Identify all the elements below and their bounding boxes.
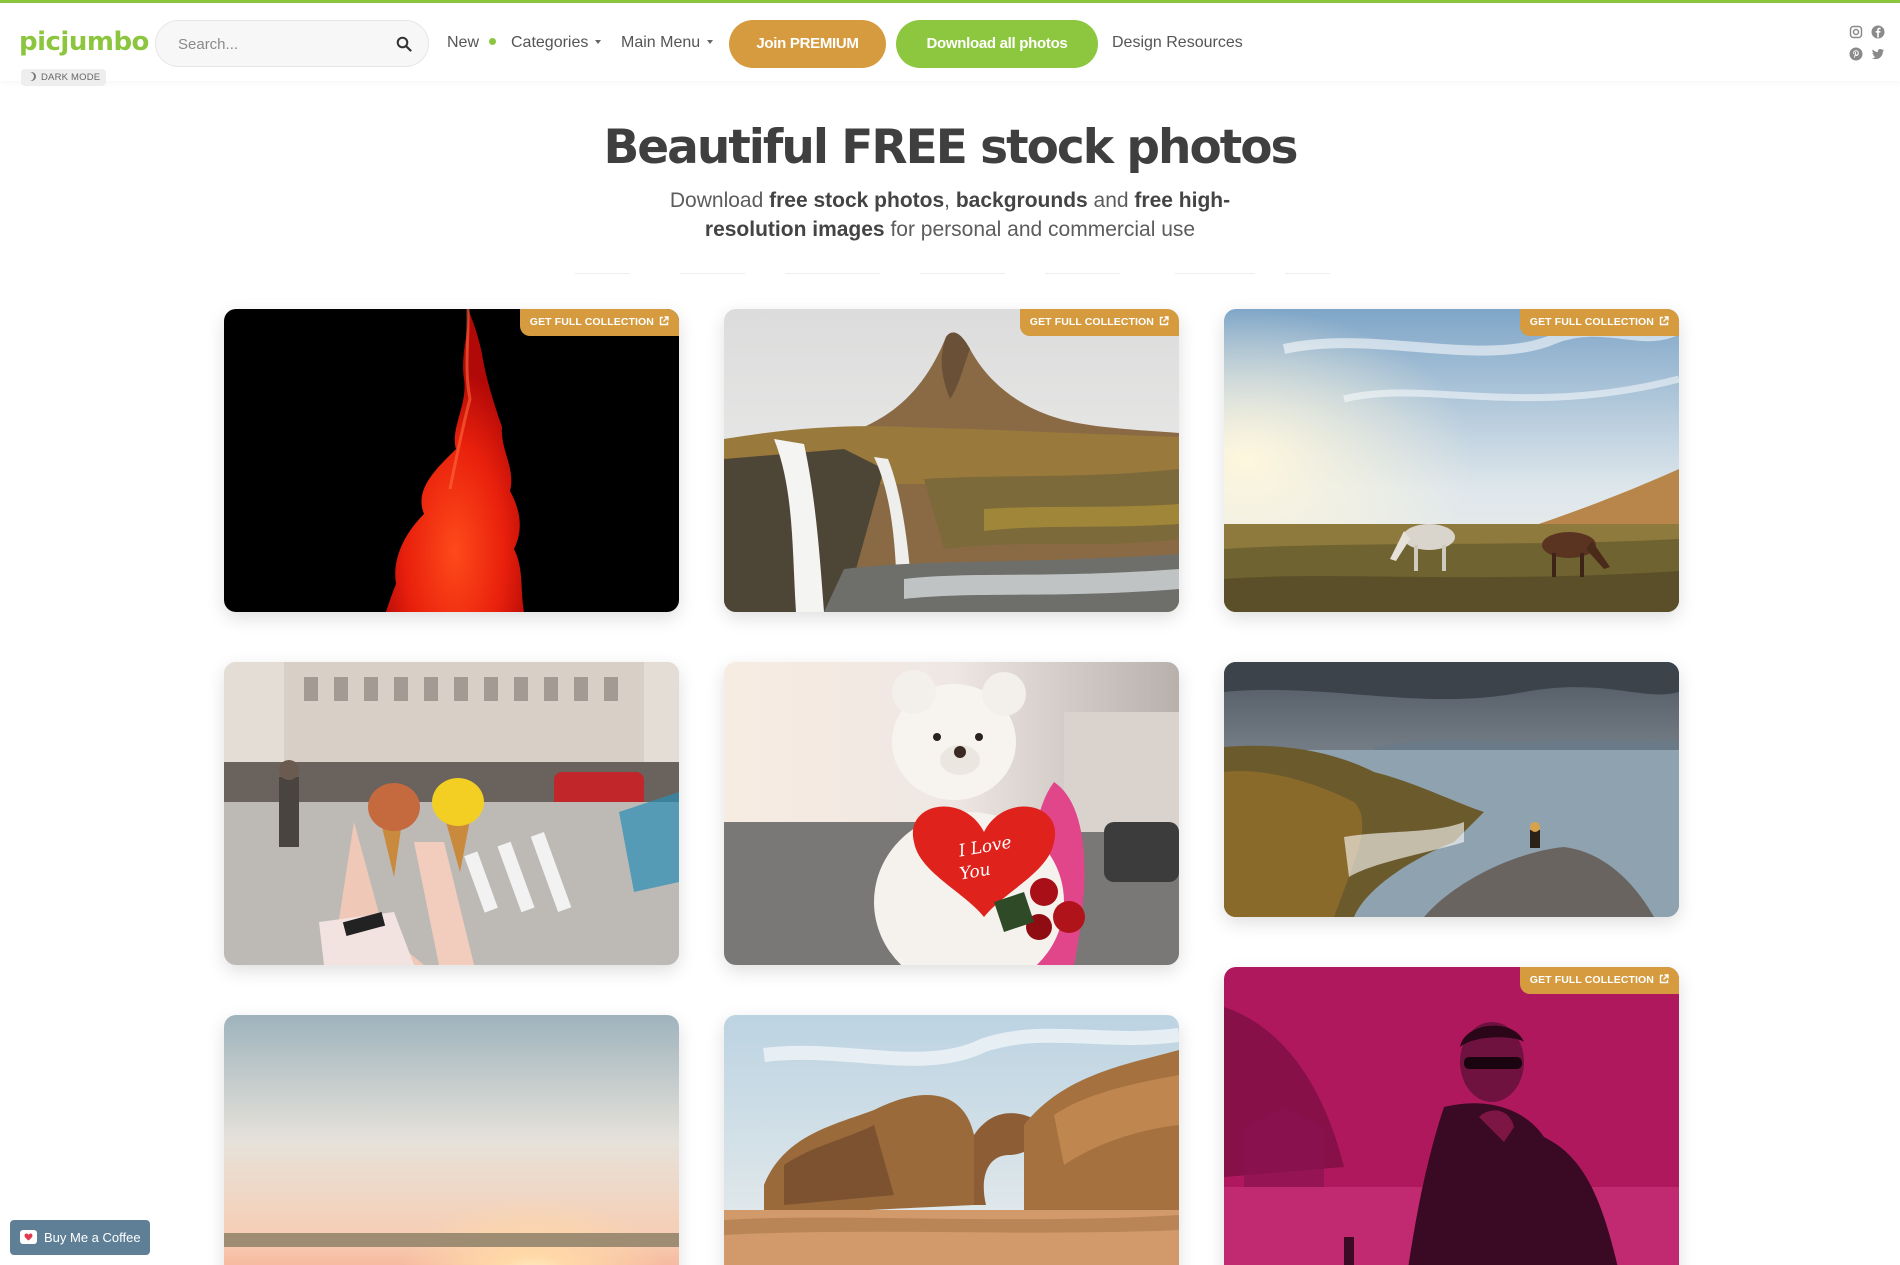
chevron-down-icon — [595, 40, 602, 44]
nav-main-menu[interactable]: Main Menu — [621, 34, 714, 52]
photo-card[interactable] — [724, 1015, 1179, 1265]
site-header: picjumbo New Categories Main Menu Join P… — [0, 3, 1900, 81]
photo-kirkjufell — [724, 309, 1179, 612]
divider — [575, 273, 630, 274]
buy-me-a-coffee-button[interactable]: Buy Me a Coffee — [10, 1220, 150, 1255]
chevron-down-icon — [707, 40, 714, 44]
get-full-collection-badge[interactable]: GET FULL COLLECTION — [1019, 309, 1179, 336]
page-title: Beautiful FREE stock photos — [603, 120, 1298, 175]
divider — [680, 273, 745, 274]
nav-main-menu-label: Main Menu — [621, 34, 701, 51]
pinterest-icon[interactable] — [1849, 47, 1863, 61]
buy-me-a-coffee-label: Buy Me a Coffee — [44, 1230, 141, 1245]
divider — [1175, 273, 1255, 274]
photo-teddy-bear: I Love You — [724, 662, 1179, 965]
photo-horses — [1224, 309, 1679, 612]
photo-card[interactable] — [1224, 662, 1679, 917]
join-premium-button[interactable]: Join PREMIUM — [729, 20, 886, 68]
photo-sunset — [224, 1015, 679, 1265]
external-link-icon — [659, 316, 669, 326]
instagram-icon[interactable] — [1849, 25, 1863, 39]
photo-card[interactable] — [224, 662, 679, 965]
get-full-collection-badge[interactable]: GET FULL COLLECTION — [519, 309, 679, 336]
external-link-icon — [1659, 316, 1669, 326]
badge-label: GET FULL COLLECTION — [529, 316, 654, 328]
get-full-collection-badge[interactable]: GET FULL COLLECTION — [1519, 309, 1679, 336]
download-all-photos-button[interactable]: Download all photos — [896, 20, 1098, 68]
photo-card[interactable] — [224, 1015, 679, 1265]
nav-categories-label: Categories — [511, 34, 589, 51]
photo-card[interactable]: I Love You — [724, 662, 1179, 965]
subtitle-text: and — [1087, 189, 1135, 212]
nav-new-label: New — [447, 34, 480, 51]
search-input[interactable] — [178, 33, 378, 55]
divider — [920, 273, 1005, 274]
subtitle-bold: free stock photos — [769, 189, 945, 212]
facebook-icon[interactable] — [1871, 25, 1885, 39]
divider — [1045, 273, 1120, 274]
photo-red-ink — [224, 309, 679, 612]
page-subtitle: Download free stock photos, backgrounds … — [650, 186, 1250, 244]
logo[interactable]: picjumbo — [19, 27, 149, 57]
nav-categories[interactable]: Categories — [511, 34, 602, 52]
photo-card[interactable]: GET FULL COLLECTION — [724, 309, 1179, 612]
badge-label: GET FULL COLLECTION — [1029, 316, 1154, 328]
badge-label: GET FULL COLLECTION — [1529, 316, 1654, 328]
divider — [785, 273, 880, 274]
search-box — [155, 20, 429, 67]
subtitle-text: for personal and commercial use — [884, 218, 1196, 241]
photo-rock-arch — [724, 1015, 1179, 1265]
badge-label: GET FULL COLLECTION — [1529, 974, 1654, 986]
external-link-icon — [1159, 316, 1169, 326]
photo-man-sunglasses — [1224, 967, 1679, 1265]
heart-icon — [24, 1233, 33, 1241]
photo-sea-cliff — [1224, 662, 1679, 917]
get-full-collection-badge[interactable]: GET FULL COLLECTION — [1519, 967, 1679, 994]
subtitle-text: , — [944, 189, 956, 212]
photo-ice-cream — [224, 662, 679, 965]
photo-card[interactable]: GET FULL COLLECTION — [224, 309, 679, 612]
dark-mode-label: DARK MODE — [41, 72, 101, 83]
photo-card[interactable]: GET FULL COLLECTION — [1224, 967, 1679, 1265]
photo-card[interactable]: GET FULL COLLECTION — [1224, 309, 1679, 612]
search-icon[interactable] — [396, 36, 412, 52]
external-link-icon — [1659, 974, 1669, 984]
twitter-icon[interactable] — [1871, 47, 1885, 61]
subtitle-bold: backgrounds — [955, 189, 1088, 212]
divider — [1285, 273, 1330, 274]
nav-new[interactable]: New — [447, 34, 497, 52]
nav-design-resources[interactable]: Design Resources — [1112, 34, 1243, 52]
dark-mode-toggle[interactable]: DARK MODE — [21, 69, 107, 86]
new-dot-icon — [489, 38, 497, 45]
moon-icon — [27, 72, 36, 81]
subtitle-text: Download — [669, 189, 770, 212]
